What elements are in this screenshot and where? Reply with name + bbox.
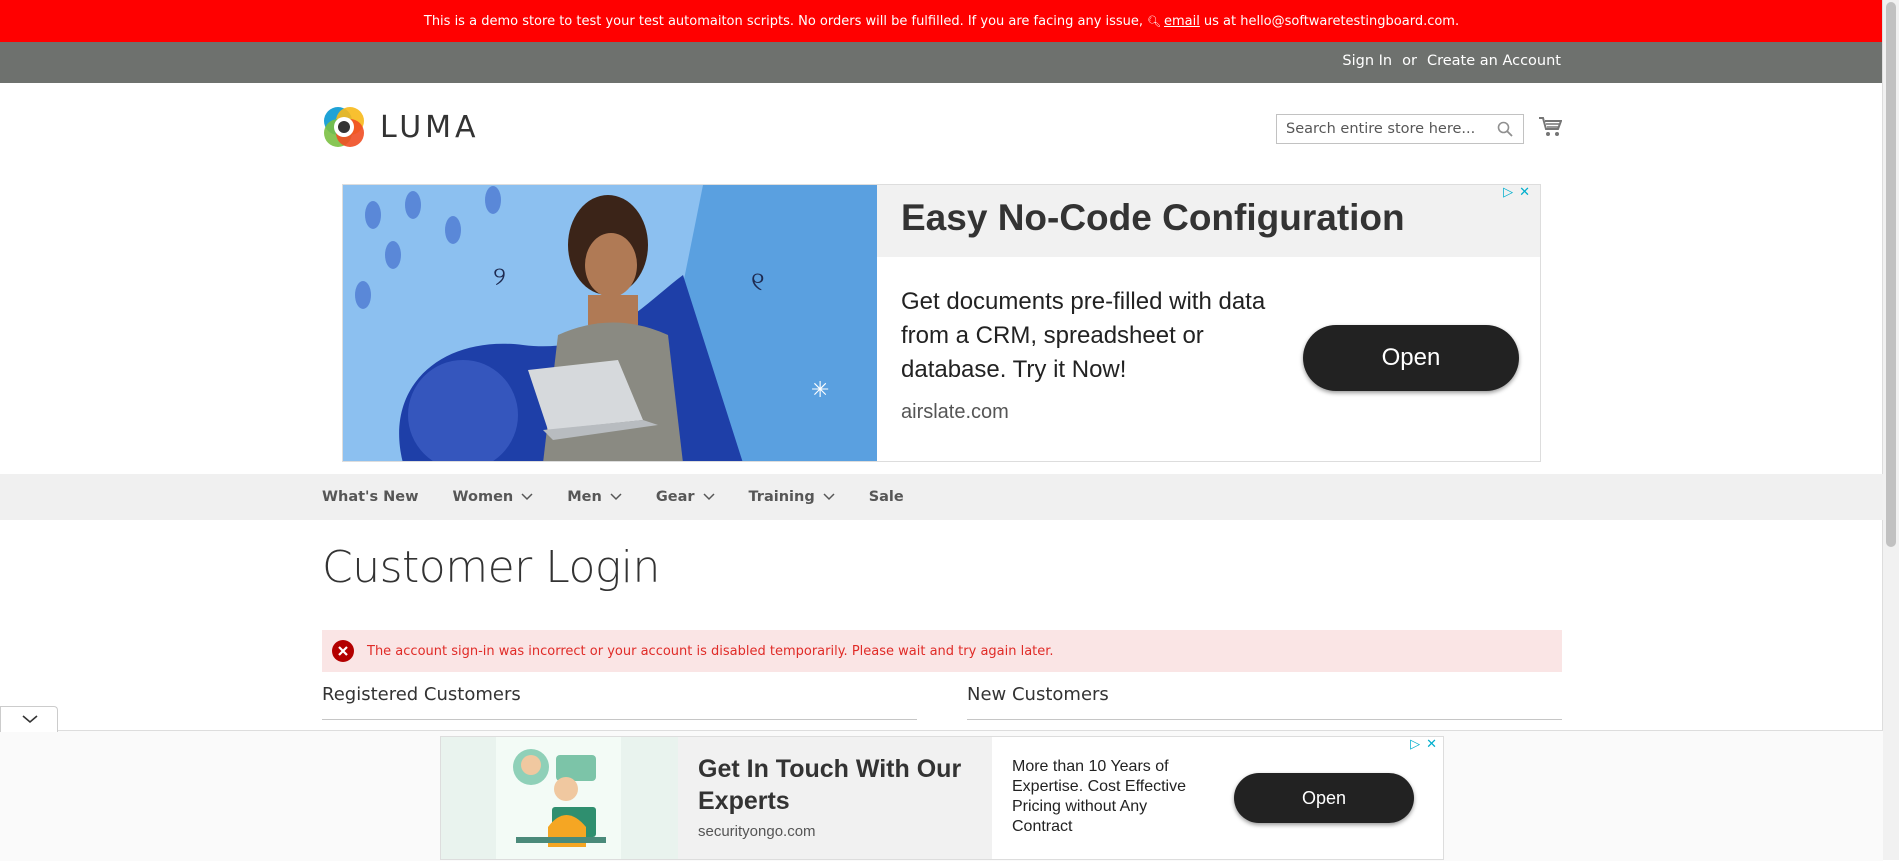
search-icon: 🔍︎: [1147, 14, 1162, 28]
page-title: Customer Login: [322, 542, 660, 593]
adchoices-icon[interactable]: ▷ ✕: [1410, 737, 1437, 752]
ad-domain[interactable]: airslate.com: [901, 401, 1009, 424]
svg-text:୧: ୧: [751, 267, 765, 297]
new-customers-title: New Customers: [967, 684, 1109, 705]
nav-item-what-s-new[interactable]: What's New: [322, 489, 419, 505]
chevron-down-icon: [823, 489, 835, 505]
logo-text: LUMA: [380, 109, 480, 145]
svg-text:୨: ୨: [493, 262, 506, 292]
email-link[interactable]: email: [1164, 14, 1200, 29]
chevron-down-icon: [702, 489, 715, 505]
main-navigation: What's New Women Men Gear Training Sale: [0, 474, 1883, 520]
ad-banner-top[interactable]: ୨ ୧ ✳ Easy No-Code Configuration ▷ ✕ Get…: [342, 184, 1541, 462]
ad-header: Easy No-Code Configuration: [877, 185, 1540, 257]
ad-image: [496, 737, 621, 859]
ad-title[interactable]: Easy No-Code Configuration: [901, 197, 1405, 239]
nav-item-label: Sale: [868, 489, 904, 505]
search-icon[interactable]: [1497, 121, 1513, 141]
create-account-link[interactable]: Create an Account: [1427, 53, 1561, 69]
divider: [322, 719, 917, 720]
chevron-down-icon: [610, 489, 622, 505]
registered-customers-title: Registered Customers: [322, 684, 521, 705]
demo-notice-text-end: us at hello@softwaretestingboard.com.: [1203, 13, 1460, 29]
ad-open-button[interactable]: Open: [1303, 325, 1519, 391]
error-text: The account sign-in was incorrect or you…: [367, 643, 1054, 659]
ad-title[interactable]: Get In Touch With Our Experts: [698, 753, 988, 817]
adchoices-icon[interactable]: ▷ ✕: [1503, 185, 1530, 200]
ad-body: Get documents pre-filled with data from …: [901, 288, 1266, 383]
nav-item-sale[interactable]: Sale: [869, 489, 904, 505]
ad-info-icon[interactable]: ▷: [1410, 737, 1420, 752]
error-message: The account sign-in was incorrect or you…: [322, 630, 1562, 672]
demo-notice-bar: This is a demo store to test your test a…: [0, 0, 1883, 42]
divider: [967, 719, 1562, 720]
ad-close-icon[interactable]: ✕: [1519, 185, 1530, 200]
logo[interactable]: LUMA: [322, 105, 480, 149]
ad-info-icon[interactable]: ▷: [1503, 185, 1513, 200]
page-scrollbar[interactable]: [1882, 0, 1899, 860]
ad-open-button[interactable]: Open: [1234, 773, 1414, 823]
scrollbar-thumb[interactable]: [1886, 2, 1896, 547]
nav-item-label: Gear: [655, 489, 695, 505]
sign-in-link[interactable]: Sign In: [1342, 53, 1392, 69]
svg-text:✳: ✳: [811, 378, 829, 403]
panel-header: Sign In or Create an Account: [0, 42, 1883, 83]
nav-item-label: Men: [567, 489, 602, 505]
chevron-down-icon: [22, 715, 38, 724]
nav-item-gear[interactable]: Gear: [656, 489, 715, 505]
error-icon: [332, 640, 354, 666]
or-text: or: [1402, 53, 1417, 69]
cart-icon[interactable]: [1538, 116, 1563, 142]
demo-notice-text: This is a demo store to test your test a…: [423, 13, 1144, 29]
ad-domain[interactable]: securityongo.com: [698, 823, 816, 840]
ad-banner-bottom[interactable]: Get In Touch With Our Experts securityon…: [440, 736, 1444, 860]
nav-item-label: Training: [748, 489, 815, 505]
nav-item-men[interactable]: Men: [567, 489, 622, 505]
nav-item-label: Women: [452, 489, 514, 505]
ad-body: More than 10 Years of Expertise. Cost Ef…: [1012, 758, 1186, 835]
chevron-down-icon: [521, 489, 533, 505]
ad-close-icon[interactable]: ✕: [1426, 737, 1437, 752]
ad-header: Get In Touch With Our Experts securityon…: [678, 737, 992, 859]
nav-item-training[interactable]: Training: [749, 489, 835, 505]
search-box[interactable]: [1276, 114, 1524, 144]
luma-logo-icon: [322, 105, 366, 149]
ad-image: ୨ ୧ ✳: [343, 185, 877, 461]
nav-item-label: What's New: [322, 489, 419, 505]
nav-item-women[interactable]: Women: [453, 489, 534, 505]
collapse-ad-button[interactable]: [0, 706, 58, 732]
search-input[interactable]: [1277, 115, 1495, 143]
